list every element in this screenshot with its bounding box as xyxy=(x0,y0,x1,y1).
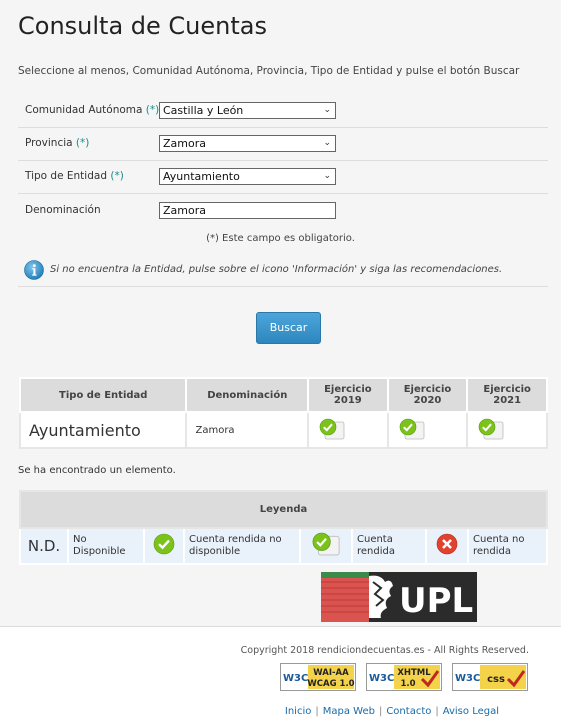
comunidad-select[interactable]: Castilla y León ⌄ xyxy=(159,102,336,119)
comunidad-label: Comunidad Autónoma (*) xyxy=(25,104,160,116)
svg-text:WAI-AA: WAI-AA xyxy=(313,668,349,678)
denominacion-input[interactable]: Zamora xyxy=(159,202,336,219)
form-row-comunidad: Comunidad Autónoma (*) Castilla y León ⌄ xyxy=(18,94,548,128)
svg-text:W3C: W3C xyxy=(283,673,308,684)
cell-tipo[interactable]: Ayuntamiento xyxy=(18,411,188,449)
col-header-denominacion: Denominación xyxy=(185,377,310,413)
legend-cuenta-rendida-no-disponible: Cuenta rendida no disponible xyxy=(183,527,301,565)
svg-text:W3C: W3C xyxy=(455,673,480,684)
results-table: Tipo de Entidad Denominación Ejercicio 20… xyxy=(18,377,548,449)
page-subtitle: Seleccione al menos, Comunidad Autónoma,… xyxy=(18,65,520,77)
results-count: Se ha encontrado un elemento. xyxy=(18,465,176,476)
form-row-provincia: Provincia (*) Zamora ⌄ xyxy=(18,127,548,161)
denominacion-label: Denominación xyxy=(25,204,101,216)
legend-check-icon-cell xyxy=(143,527,185,565)
col-header-ejercicio: Ejercicio 2019 xyxy=(307,377,389,413)
chevron-down-icon: ⌄ xyxy=(323,105,331,115)
copyright: Copyright 2018 rendiciondecuentas.es - A… xyxy=(240,645,529,656)
link-mapa-web[interactable]: Mapa Web xyxy=(323,706,375,717)
required-note: (*) Este campo es obligatorio. xyxy=(206,233,355,244)
svg-text:1.0: 1.0 xyxy=(400,679,415,689)
cell-denominacion[interactable]: Zamora xyxy=(185,411,310,449)
legend-row: N.D. No Disponible Cuenta rendida no dis… xyxy=(19,527,548,565)
footer: Copyright 2018 rendiciondecuentas.es - A… xyxy=(0,626,561,721)
link-aviso-legal[interactable]: Aviso Legal xyxy=(443,706,499,717)
w3c-xhtml-badge[interactable]: W3C XHTML 1.0 xyxy=(366,663,442,691)
cell-ejercicio-2021[interactable] xyxy=(466,411,548,449)
results-header-row: Tipo de Entidad Denominación Ejercicio 20… xyxy=(18,377,548,413)
provincia-select[interactable]: Zamora ⌄ xyxy=(159,135,336,152)
tipo-select[interactable]: Ayuntamiento ⌄ xyxy=(159,168,336,185)
col-header-ejercicio: Ejercicio 2021 xyxy=(466,377,548,413)
cell-ejercicio-2019[interactable] xyxy=(307,411,389,449)
tipo-label: Tipo de Entidad (*) xyxy=(25,170,124,182)
upl-logo: UPL xyxy=(321,572,477,622)
legend-cuenta-no-rendida: Cuenta no rendida xyxy=(467,527,548,565)
chevron-down-icon: ⌄ xyxy=(323,171,331,181)
check-green-icon xyxy=(153,533,175,555)
provincia-value: Zamora xyxy=(163,137,206,150)
svg-text:XHTML: XHTML xyxy=(397,668,431,678)
account-rendered-icon[interactable] xyxy=(319,418,345,440)
form-row-denominacion: Denominación Zamora xyxy=(18,194,548,228)
legend-nd: N.D. xyxy=(19,527,69,565)
w3c-wai-aa-badge[interactable]: W3C WAI-AA WCAG 1.0 xyxy=(280,663,356,691)
table-row: Ayuntamiento Zamora xyxy=(18,411,548,449)
info-text: Si no encuentra la Entidad, pulse sobre … xyxy=(50,264,503,275)
tipo-value: Ayuntamiento xyxy=(163,170,240,183)
legend-cross-icon-cell xyxy=(425,527,469,565)
cross-red-icon xyxy=(436,533,458,555)
account-rendered-icon xyxy=(312,532,340,556)
legend-table: Leyenda N.D. No Disponible Cuenta rendid… xyxy=(19,490,548,565)
page-title: Consulta de Cuentas xyxy=(18,12,267,40)
legend-cuenta-rendida: Cuenta rendida xyxy=(351,527,427,565)
svg-text:W3C: W3C xyxy=(369,673,394,684)
link-contacto[interactable]: Contacto xyxy=(386,706,431,717)
comunidad-value: Castilla y León xyxy=(163,104,244,117)
provincia-label: Provincia (*) xyxy=(25,137,90,149)
legend-no-disponible: No Disponible xyxy=(67,527,145,565)
link-inicio[interactable]: Inicio xyxy=(285,706,311,717)
search-button[interactable]: Buscar xyxy=(256,312,321,344)
col-header-tipo: Tipo de Entidad xyxy=(18,377,188,413)
legend-title: Leyenda xyxy=(19,490,548,529)
form-row-tipo: Tipo de Entidad (*) Ayuntamiento ⌄ xyxy=(18,160,548,194)
w3c-css-badge[interactable]: W3C css xyxy=(452,663,528,691)
svg-text:WCAG 1.0: WCAG 1.0 xyxy=(307,679,354,689)
chevron-down-icon: ⌄ xyxy=(323,138,331,148)
account-rendered-icon[interactable] xyxy=(399,418,425,440)
info-icon[interactable] xyxy=(24,260,44,280)
account-rendered-icon[interactable] xyxy=(478,418,504,440)
svg-text:css: css xyxy=(487,674,505,685)
col-header-ejercicio: Ejercicio 2020 xyxy=(386,377,469,413)
info-row: Si no encuentra la Entidad, pulse sobre … xyxy=(18,254,548,287)
upl-logo-text: UPL xyxy=(399,581,473,621)
cell-ejercicio-2020[interactable] xyxy=(386,411,469,449)
legend-rendered-icon-cell xyxy=(299,527,353,565)
footer-links: Inicio | Mapa Web | Contacto | Aviso Legal xyxy=(284,706,499,717)
